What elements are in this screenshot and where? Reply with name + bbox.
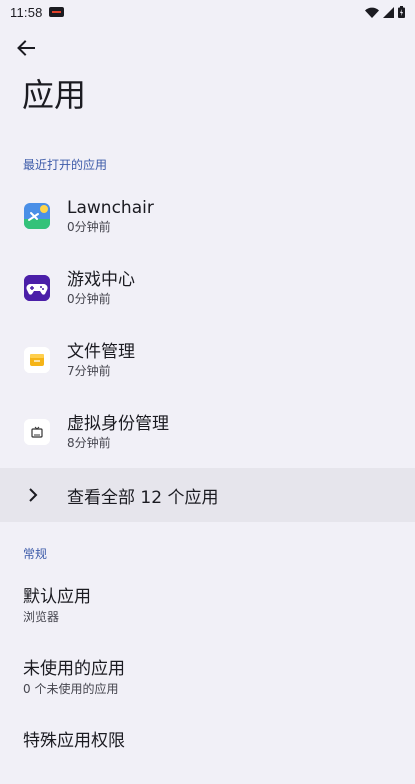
chevron-right-icon xyxy=(29,488,38,502)
recent-app-row[interactable]: Lawnchair 0分钟前 xyxy=(0,180,415,252)
pref-title: 未使用的应用 xyxy=(23,659,125,679)
lawnchair-icon xyxy=(24,203,50,229)
pref-subtitle: 0 个未使用的应用 xyxy=(23,682,119,696)
arrow-back-icon xyxy=(17,40,35,56)
back-button[interactable] xyxy=(12,36,40,60)
app-last-used: 0分钟前 xyxy=(67,291,111,306)
notification-icon xyxy=(48,7,64,17)
app-name: Lawnchair xyxy=(67,197,154,218)
page-title: 应用 xyxy=(22,76,87,114)
app-last-used: 8分钟前 xyxy=(67,435,111,450)
status-bar: 11:58 xyxy=(0,0,415,24)
section-header-recent: 最近打开的应用 xyxy=(23,158,108,172)
default-apps-item[interactable]: 默认应用 浏览器 xyxy=(0,570,415,640)
pref-title: 特殊应用权限 xyxy=(23,731,125,751)
app-name: 文件管理 xyxy=(67,341,135,362)
section-header-general: 常规 xyxy=(23,547,48,561)
pref-subtitle: 浏览器 xyxy=(23,610,60,624)
tv-icon xyxy=(24,419,50,445)
special-app-access-item[interactable]: 特殊应用权限 xyxy=(0,714,415,784)
see-all-apps-label: 查看全部 12 个应用 xyxy=(67,487,219,508)
unused-apps-item[interactable]: 未使用的应用 0 个未使用的应用 xyxy=(0,642,415,712)
app-last-used: 7分钟前 xyxy=(67,363,111,378)
gamepad-icon xyxy=(24,275,50,301)
recent-app-row[interactable]: 虚拟身份管理 8分钟前 xyxy=(0,396,415,468)
recent-app-row[interactable]: 文件管理 7分钟前 xyxy=(0,324,415,396)
status-icons xyxy=(365,6,405,18)
app-name: 虚拟身份管理 xyxy=(67,413,169,434)
app-name: 游戏中心 xyxy=(67,269,135,290)
pref-title: 默认应用 xyxy=(23,587,91,607)
see-all-apps-button[interactable]: 查看全部 12 个应用 xyxy=(0,468,415,522)
battery-icon xyxy=(398,6,405,18)
app-last-used: 0分钟前 xyxy=(67,219,111,234)
recent-app-row[interactable]: 游戏中心 0分钟前 xyxy=(0,252,415,324)
wifi-icon xyxy=(365,7,379,18)
signal-icon xyxy=(383,6,394,18)
folder-icon xyxy=(24,347,50,373)
status-time: 11:58 xyxy=(10,4,43,20)
